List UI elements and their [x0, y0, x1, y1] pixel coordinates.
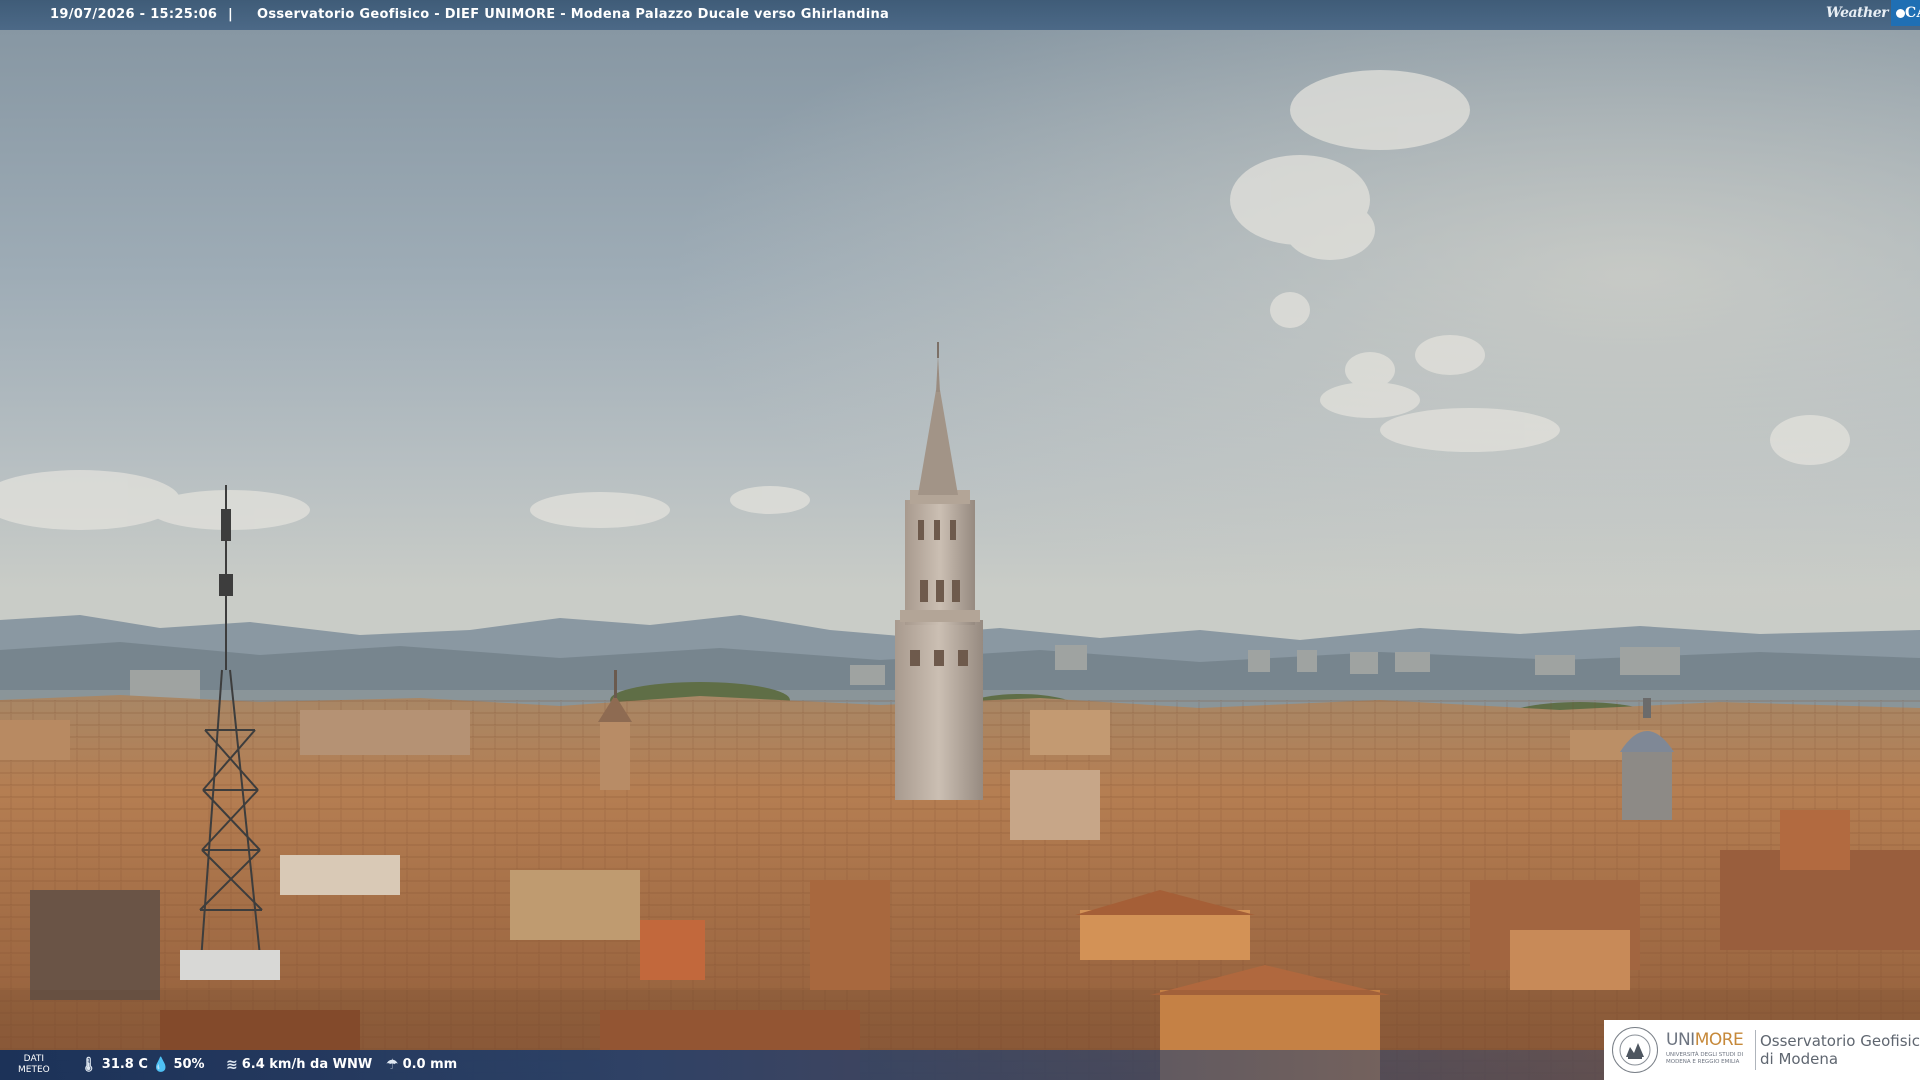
university-seal-icon	[1612, 1027, 1658, 1073]
antenna-base	[180, 950, 280, 980]
observatory-name: Osservatorio Geofisico di Modena	[1760, 1032, 1920, 1068]
unimore-brand: UNIMORE	[1666, 1030, 1744, 1050]
humidity-value: 50%	[173, 1057, 205, 1072]
wind-reading: ≋ 6.4 km/h da WNW	[226, 1057, 372, 1072]
observatory-name-line2: di Modena	[1760, 1050, 1839, 1068]
city-panorama	[0, 30, 1920, 1080]
weather-data-label-line2: METEO	[18, 1065, 50, 1075]
camera-dot-icon	[1896, 8, 1905, 18]
thermometer-icon: 🌡	[80, 1056, 98, 1073]
humidity-icon: 💧	[152, 1056, 170, 1073]
rain-value: 0.0 mm	[402, 1057, 458, 1072]
weathercam-logo[interactable]: Weather CAM	[1818, 0, 1920, 26]
humidity-reading: 💧 50%	[152, 1057, 205, 1072]
webcam-image	[0, 30, 1920, 1080]
camera-title: Osservatorio Geofisico - DIEF UNIMORE - …	[257, 7, 890, 22]
weathercam-logo-cam-text: CAM	[1905, 5, 1920, 21]
weather-data-label: DATI METEO	[18, 1054, 50, 1076]
logo-divider	[1755, 1030, 1756, 1070]
weathercam-logo-cam: CAM	[1891, 0, 1920, 26]
unimore-brand-more: MORE	[1694, 1030, 1744, 1050]
unimore-brand-uni: UNI	[1666, 1030, 1695, 1050]
temperature-reading: 🌡 31.8 C	[80, 1057, 148, 1072]
timestamp: 19/07/2026 - 15:25:06	[50, 7, 218, 22]
unimore-subtitle: UNIVERSITÀ DEGLI STUDI DI MODENA E REGGI…	[1666, 1052, 1744, 1065]
unimore-logo[interactable]: UNIMORE UNIVERSITÀ DEGLI STUDI DI MODENA…	[1604, 1020, 1920, 1080]
weather-data-label-line1: DATI	[23, 1054, 45, 1064]
header-separator: |	[228, 7, 234, 22]
rain-reading: ☂ 0.0 mm	[386, 1057, 457, 1072]
observatory-name-line1: Osservatorio Geofisico	[1760, 1032, 1920, 1050]
wind-icon: ≋	[226, 1056, 238, 1073]
rain-icon: ☂	[386, 1056, 399, 1073]
temperature-value: 31.8 C	[101, 1057, 148, 1072]
weather-data-bar: DATI METEO 🌡 31.8 C 💧 50% ≋ 6.4 km/h da …	[0, 1050, 1604, 1080]
weathercam-logo-weather: Weather	[1826, 5, 1889, 21]
wind-value: 6.4 km/h da WNW	[241, 1057, 373, 1072]
header-bar: 19/07/2026 - 15:25:06 | Osservatorio Geo…	[0, 0, 1920, 30]
